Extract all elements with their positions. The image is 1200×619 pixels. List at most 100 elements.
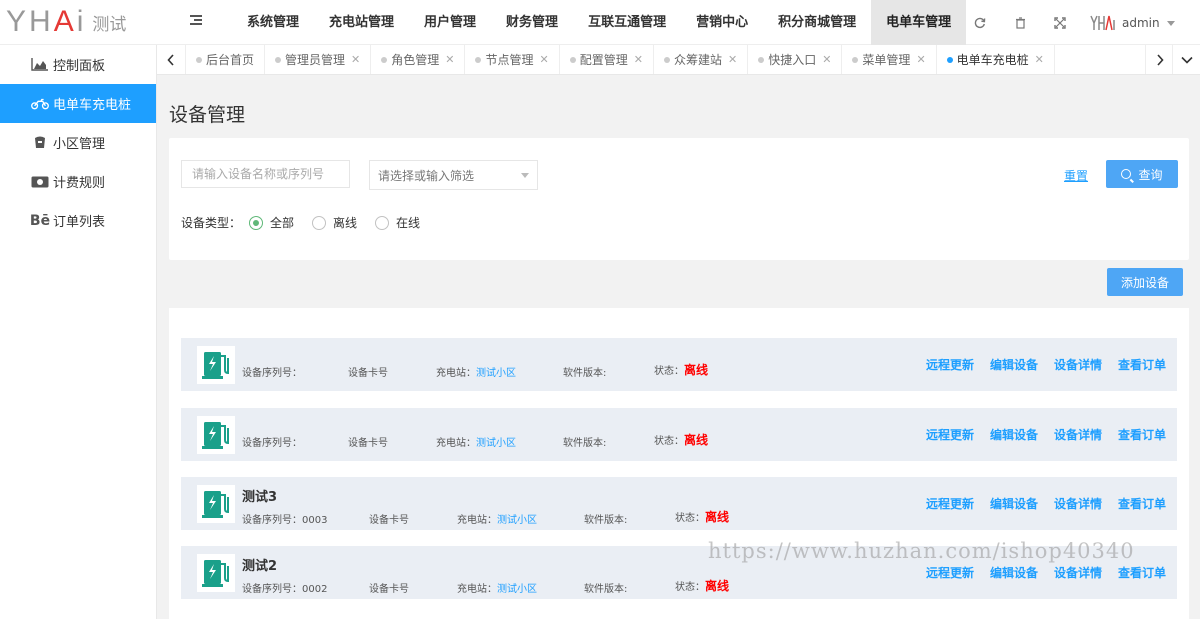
version-label: 软件版本: — [584, 584, 628, 595]
close-icon[interactable]: ✕ — [351, 53, 360, 66]
remote-update-button[interactable]: 远程更新 — [926, 426, 990, 443]
status-badge: 离线 — [705, 579, 730, 593]
tab-config[interactable]: 配置管理 ✕ — [560, 45, 654, 74]
tab-shortcuts[interactable]: 快捷入口 ✕ — [748, 45, 843, 74]
search-input[interactable] — [181, 160, 350, 188]
remote-update-button[interactable]: 远程更新 — [926, 564, 990, 581]
header-tools — [960, 0, 1080, 45]
version-label: 软件版本: — [563, 368, 607, 379]
user-name: admin — [1122, 16, 1160, 30]
nav-item-marketing[interactable]: 营销中心 — [681, 0, 763, 45]
menu-toggle-icon[interactable] — [190, 15, 202, 27]
nav-item-system[interactable]: 系统管理 — [232, 0, 314, 45]
radio-offline[interactable]: 离线 — [312, 214, 357, 231]
view-orders-button[interactable]: 查看订单 — [1118, 495, 1182, 512]
edit-device-button[interactable]: 编辑设备 — [990, 495, 1054, 512]
serial-info: 设备序列号：0002 — [242, 584, 328, 595]
close-icon[interactable]: ✕ — [540, 53, 549, 66]
device-detail-button[interactable]: 设备详情 — [1054, 356, 1118, 373]
device-detail-button[interactable]: 设备详情 — [1054, 426, 1118, 443]
station-link[interactable]: 测试小区 — [476, 438, 516, 449]
user-menu[interactable]: admin — [1088, 8, 1175, 38]
logo[interactable]: YHAi 测试 — [6, 6, 126, 38]
sidebar-item-billing[interactable]: 计费规则 — [0, 162, 156, 201]
nav-item-interconnect[interactable]: 互联互通管理 — [573, 0, 681, 45]
add-device-button[interactable]: 添加设备 — [1107, 268, 1183, 296]
tab-scroll-left-icon[interactable] — [157, 45, 186, 74]
motorcycle-icon — [31, 97, 49, 111]
tab-ebike-pile[interactable]: 电单车充电桩 ✕ — [937, 45, 1055, 74]
edit-device-button[interactable]: 编辑设备 — [990, 356, 1054, 373]
nav-item-users[interactable]: 用户管理 — [409, 0, 491, 45]
station-info: 充电站：测试小区 — [457, 515, 537, 526]
device-type-filter: 设备类型： 全部 离线 在线 — [181, 214, 438, 231]
close-icon[interactable]: ✕ — [916, 53, 925, 66]
station-select[interactable]: 请选择或输入筛选 — [369, 160, 538, 190]
sidebar-item-orders[interactable]: Bē 订单列表 — [0, 201, 156, 240]
tab-roles[interactable]: 角色管理 ✕ — [371, 45, 466, 74]
sidebar-item-community[interactable]: 小区管理 — [0, 123, 156, 162]
status-info: 状态：离线 — [675, 579, 730, 593]
sidebar-item-label: 电单车充电桩 — [53, 98, 132, 113]
top-nav: 系统管理 充电站管理 用户管理 财务管理 互联互通管理 营销中心 积分商城管理 … — [232, 0, 967, 45]
status-badge: 离线 — [684, 363, 709, 377]
close-icon[interactable]: ✕ — [634, 53, 643, 66]
edit-device-button[interactable]: 编辑设备 — [990, 564, 1054, 581]
tab-crowdfund[interactable]: 众筹建站 ✕ — [654, 45, 749, 74]
tab-options-chevron-down-icon[interactable] — [1172, 45, 1200, 74]
money-icon — [31, 175, 49, 189]
device-row: 设备序列号： 设备卡号 充电站：测试小区 软件版本: 状态：离线 远程更新 编辑… — [181, 338, 1177, 391]
tab-menus[interactable]: 菜单管理 ✕ — [842, 45, 937, 74]
page-title: 设备管理 — [169, 104, 246, 126]
device-detail-button[interactable]: 设备详情 — [1054, 564, 1118, 581]
close-icon[interactable]: ✕ — [445, 53, 454, 66]
chevron-down-icon — [1166, 20, 1175, 26]
building-icon — [31, 136, 49, 150]
close-icon[interactable]: ✕ — [822, 53, 831, 66]
edit-device-button[interactable]: 编辑设备 — [990, 426, 1054, 443]
view-orders-button[interactable]: 查看订单 — [1118, 356, 1182, 373]
device-detail-button[interactable]: 设备详情 — [1054, 495, 1118, 512]
refresh-icon[interactable] — [960, 0, 1000, 45]
chart-area-icon — [31, 58, 49, 72]
remote-update-button[interactable]: 远程更新 — [926, 356, 990, 373]
logo-mark: YHAi — [6, 5, 87, 38]
tab-scroll-right-icon[interactable] — [1145, 45, 1174, 74]
version-label: 软件版本: — [563, 438, 607, 449]
radio-online[interactable]: 在线 — [375, 214, 420, 231]
station-link[interactable]: 测试小区 — [497, 515, 537, 526]
reset-link[interactable]: 重置 — [1064, 167, 1088, 184]
view-orders-button[interactable]: 查看订单 — [1118, 426, 1182, 443]
trash-icon[interactable] — [1000, 0, 1040, 45]
sidebar-item-ebike-pile[interactable]: 电单车充电桩 — [0, 84, 156, 123]
radio-all[interactable]: 全部 — [249, 214, 294, 231]
device-list: 设备序列号： 设备卡号 充电站：测试小区 软件版本: 状态：离线 远程更新 编辑… — [169, 308, 1189, 619]
top-header: YHAi 测试 系统管理 充电站管理 用户管理 财务管理 互联互通管理 营销中心… — [0, 0, 1200, 45]
station-link[interactable]: 测试小区 — [497, 584, 537, 595]
tab-bar: 后台首页 管理员管理 ✕ 角色管理 ✕ 节点管理 ✕ 配置管理 ✕ 众筹建站 ✕ 快捷入口… — [157, 45, 1200, 75]
card-label: 设备卡号 — [348, 438, 388, 449]
nav-item-station[interactable]: 充电站管理 — [314, 0, 409, 45]
tab-admins[interactable]: 管理员管理 ✕ — [265, 45, 372, 74]
close-icon[interactable]: ✕ — [1035, 53, 1044, 66]
view-orders-button[interactable]: 查看订单 — [1118, 564, 1182, 581]
serial-info: 设备序列号：0003 — [242, 515, 328, 526]
nav-item-finance[interactable]: 财务管理 — [491, 0, 573, 45]
query-button[interactable]: 查询 — [1106, 160, 1178, 188]
remote-update-button[interactable]: 远程更新 — [926, 495, 990, 512]
sidebar-item-dashboard[interactable]: 控制面板 — [0, 45, 156, 84]
nav-item-points-mall[interactable]: 积分商城管理 — [763, 0, 871, 45]
station-info: 充电站：测试小区 — [457, 584, 537, 595]
fullscreen-icon[interactable] — [1040, 0, 1080, 45]
device-row: 测试3 设备序列号：0003 设备卡号 充电站：测试小区 软件版本: 状态：离线… — [181, 477, 1177, 530]
nav-item-ebike[interactable]: 电单车管理 — [871, 0, 967, 45]
tab-nodes[interactable]: 节点管理 ✕ — [465, 45, 560, 74]
device-row: 设备序列号： 设备卡号 充电站：测试小区 软件版本: 状态：离线 远程更新 编辑… — [181, 408, 1177, 461]
close-icon[interactable]: ✕ — [728, 53, 737, 66]
station-link[interactable]: 测试小区 — [476, 368, 516, 379]
tab-home[interactable]: 后台首页 — [186, 45, 266, 74]
status-info: 状态：离线 — [675, 510, 730, 524]
status-info: 状态：离线 — [654, 363, 709, 377]
sidebar-item-label: 计费规则 — [53, 176, 106, 191]
avatar — [1088, 10, 1116, 36]
